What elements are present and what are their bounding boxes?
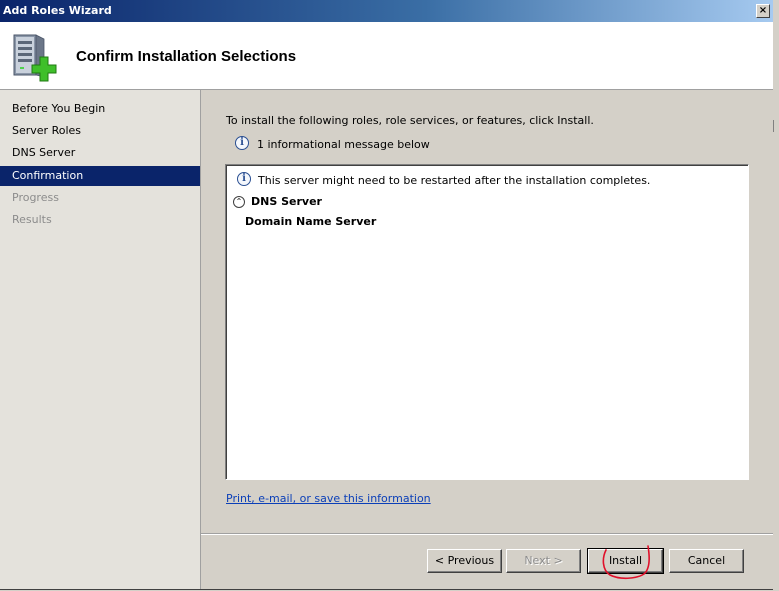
server-add-icon: [13, 34, 57, 82]
page-title: Confirm Installation Selections: [76, 48, 297, 65]
info-icon: i: [235, 136, 249, 150]
informational-message-count: 1 informational message below: [257, 138, 430, 151]
print-email-save-link[interactable]: Print, e-mail, or save this information: [226, 492, 431, 505]
collapse-chevron-up-icon[interactable]: ⌃: [233, 196, 245, 208]
background-divider: [773, 120, 779, 132]
install-button[interactable]: Install: [587, 548, 664, 574]
installation-selections-list[interactable]: i This server might need to be restarted…: [225, 164, 749, 480]
next-button: Next >: [506, 549, 581, 573]
info-icon: i: [237, 172, 251, 186]
sidebar-item-confirmation[interactable]: Confirmation: [0, 166, 200, 186]
wizard-header: Confirm Installation Selections: [0, 22, 773, 90]
wizard-content: To install the following roles, role ser…: [201, 90, 773, 589]
close-button[interactable]: ×: [756, 4, 770, 18]
sidebar-item-dns-server[interactable]: DNS Server: [0, 143, 200, 163]
sidebar-item-server-roles[interactable]: Server Roles: [0, 121, 200, 141]
sidebar-item-results: Results: [12, 213, 52, 226]
wizard-steps-sidebar: Before You Begin Server Roles DNS Server…: [0, 90, 201, 589]
restart-message: This server might need to be restarted a…: [258, 174, 651, 187]
sidebar-item-progress: Progress: [12, 191, 59, 204]
footer-divider: [201, 533, 773, 535]
title-bar[interactable]: Add Roles Wizard ×: [0, 0, 773, 22]
background-strip: [773, 0, 779, 591]
role-service-name: Domain Name Server: [245, 215, 377, 228]
window-title: Add Roles Wizard: [3, 4, 112, 17]
list-box-inner: i This server might need to be restarted…: [226, 165, 748, 479]
role-name: DNS Server: [251, 195, 322, 208]
previous-button[interactable]: < Previous: [427, 549, 502, 573]
add-roles-wizard-window: Add Roles Wizard × Confirm Installation …: [0, 0, 774, 590]
sidebar-item-before-you-begin[interactable]: Before You Begin: [0, 99, 200, 119]
cancel-button[interactable]: Cancel: [669, 549, 744, 573]
instruction-text: To install the following roles, role ser…: [226, 114, 594, 127]
